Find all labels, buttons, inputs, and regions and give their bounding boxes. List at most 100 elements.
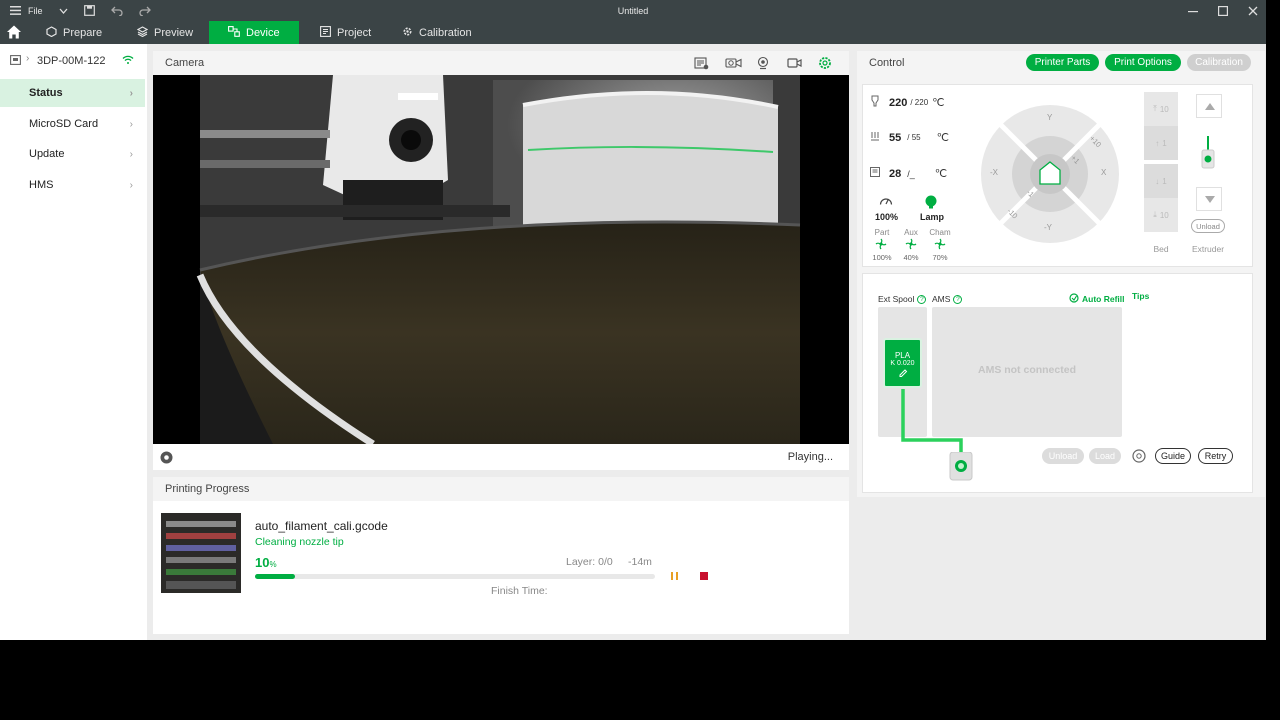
bed-up-10-button[interactable]: ⤒ 10 bbox=[1144, 92, 1178, 126]
sidebar-item-update[interactable]: Update › bbox=[0, 140, 145, 168]
nozzle-temp[interactable]: 220 / 220 ℃ bbox=[870, 95, 945, 110]
ams-not-connected: AMS not connected bbox=[977, 364, 1076, 376]
chevron-right-icon: › bbox=[129, 179, 133, 191]
nozzle-icon bbox=[870, 95, 880, 110]
tab-device[interactable]: Device bbox=[209, 21, 299, 44]
tips-link[interactable]: Tips bbox=[1132, 291, 1149, 301]
jog-y-minus[interactable]: -Y bbox=[1044, 223, 1052, 232]
toolhead-icon bbox=[948, 451, 974, 487]
pause-icon[interactable] bbox=[670, 571, 680, 584]
auto-refill-label: Auto Refill bbox=[1082, 294, 1125, 304]
job-file-name: auto_filament_cali.gcode bbox=[255, 519, 388, 533]
camera-status-bar: Playing... bbox=[153, 444, 849, 470]
bed-down-1-button[interactable]: ↓ 1 bbox=[1144, 164, 1178, 198]
home-icon[interactable] bbox=[6, 24, 22, 40]
minimize-icon[interactable] bbox=[1186, 4, 1200, 18]
device-icon bbox=[228, 25, 240, 40]
control-title: Control bbox=[869, 57, 905, 69]
sd-record-icon[interactable] bbox=[694, 56, 709, 71]
main-tab-bar: Prepare Preview Device Project Calibrati… bbox=[0, 21, 1266, 44]
chevron-down-icon[interactable] bbox=[57, 4, 71, 18]
tab-project[interactable]: Project bbox=[320, 21, 390, 44]
redo-icon[interactable] bbox=[138, 4, 152, 18]
fan-icon[interactable] bbox=[875, 238, 887, 253]
sidebar-item-microsd[interactable]: MicroSD Card › bbox=[0, 110, 145, 138]
spool-k-value: K 0.020 bbox=[890, 360, 915, 367]
fan-icon[interactable] bbox=[934, 238, 946, 253]
jog-x-minus[interactable]: -X bbox=[990, 168, 998, 177]
file-menu-label: File bbox=[28, 5, 43, 16]
progress-percent-value: 10 bbox=[255, 555, 270, 570]
speed-icon[interactable] bbox=[879, 195, 893, 209]
lamp-icon[interactable] bbox=[924, 195, 938, 212]
progress-header: Printing Progress bbox=[153, 477, 849, 501]
ams-load-button[interactable]: Load bbox=[1089, 448, 1121, 464]
window-title: Untitled bbox=[617, 5, 649, 16]
stop-icon[interactable] bbox=[700, 572, 709, 584]
fan-chamber-value: 70% bbox=[932, 253, 948, 262]
maximize-icon[interactable] bbox=[1216, 4, 1230, 18]
guide-button[interactable]: Guide bbox=[1155, 448, 1191, 464]
layer-info: Layer: 0/0 bbox=[566, 556, 613, 568]
printer-icon bbox=[10, 55, 21, 68]
sidebar-item-status[interactable]: Status › bbox=[0, 79, 145, 107]
chamber-temp[interactable]: 28 /_ ℃ bbox=[870, 167, 947, 180]
chevron-right-icon: › bbox=[26, 53, 30, 64]
tab-prepare-label: Prepare bbox=[63, 26, 103, 39]
window-controls bbox=[1186, 0, 1260, 21]
close-icon[interactable] bbox=[1246, 4, 1260, 18]
progress-percent: 10% bbox=[255, 555, 277, 570]
tab-preview[interactable]: Preview bbox=[136, 21, 207, 44]
edit-icon[interactable] bbox=[898, 368, 908, 380]
settings-icon[interactable] bbox=[818, 56, 833, 71]
video-icon[interactable] bbox=[787, 56, 802, 71]
tab-device-label: Device bbox=[246, 26, 280, 39]
tab-calibration[interactable]: Calibration bbox=[402, 21, 492, 44]
bed-temp[interactable]: 55 / 55 ℃ bbox=[870, 131, 949, 144]
job-stage: Cleaning nozzle tip bbox=[255, 536, 344, 548]
sidebar-item-hms[interactable]: HMS › bbox=[0, 171, 145, 199]
help-icon[interactable]: ? bbox=[953, 294, 963, 304]
extruder-unload-button[interactable]: Unload bbox=[1191, 219, 1225, 233]
help-icon[interactable]: ? bbox=[917, 294, 927, 304]
bed-up-1-button[interactable]: ↑ 1 bbox=[1144, 126, 1178, 160]
fan-icon[interactable] bbox=[905, 238, 917, 253]
retry-button[interactable]: Retry bbox=[1198, 448, 1233, 464]
calibration-button[interactable]: Calibration bbox=[1187, 54, 1251, 71]
fan-chamber-name: Cham bbox=[929, 228, 951, 237]
chamber-current: 28 bbox=[889, 167, 902, 180]
stop-recording-icon[interactable] bbox=[160, 451, 173, 467]
arrow-up-icon: ⤒ bbox=[1153, 104, 1157, 113]
file-menu[interactable]: File bbox=[8, 0, 71, 21]
undo-icon[interactable] bbox=[110, 4, 124, 18]
print-options-button[interactable]: Print Options bbox=[1105, 54, 1181, 71]
jog-y-plus[interactable]: Y bbox=[1047, 113, 1052, 122]
title-bar: File Untitled bbox=[0, 0, 1266, 21]
chamber-unit: ℃ bbox=[934, 168, 948, 180]
timelapse-icon[interactable] bbox=[725, 56, 742, 71]
printer-parts-button[interactable]: Printer Parts bbox=[1026, 54, 1099, 71]
extrude-up-button[interactable] bbox=[1196, 94, 1222, 118]
save-icon[interactable] bbox=[82, 4, 96, 18]
project-icon bbox=[320, 25, 331, 40]
ams-unload-button[interactable]: Unload bbox=[1042, 448, 1084, 464]
ext-spool-card[interactable]: PLA K 0.020 bbox=[883, 338, 922, 388]
tab-prepare[interactable]: Prepare bbox=[46, 21, 116, 44]
extrude-down-button[interactable] bbox=[1196, 187, 1222, 211]
arrow-up-icon: ↑ bbox=[1155, 138, 1160, 148]
nozzle-unit: ℃ bbox=[932, 97, 945, 109]
webcam-icon[interactable] bbox=[756, 56, 771, 71]
ams-settings-icon[interactable] bbox=[1131, 448, 1147, 467]
bed-down-10-button[interactable]: ⤓ 10 bbox=[1144, 198, 1178, 232]
tab-preview-label: Preview bbox=[154, 26, 194, 39]
axis-jog-wheel[interactable]: Y -Y X -X +10 +1 -1 -10 bbox=[980, 104, 1120, 244]
device-selector[interactable]: › 3DP-00M-122 bbox=[0, 44, 147, 77]
fan-aux-name: Aux bbox=[904, 228, 918, 237]
chamber-icon bbox=[870, 167, 880, 180]
wifi-icon bbox=[122, 55, 134, 67]
ams-header: AMS ? bbox=[932, 294, 963, 304]
finish-time: Finish Time: bbox=[491, 585, 548, 597]
jog-x-plus[interactable]: X bbox=[1101, 168, 1106, 177]
auto-refill-link[interactable]: Auto Refill bbox=[1069, 293, 1125, 305]
spool-material: PLA bbox=[894, 351, 911, 360]
